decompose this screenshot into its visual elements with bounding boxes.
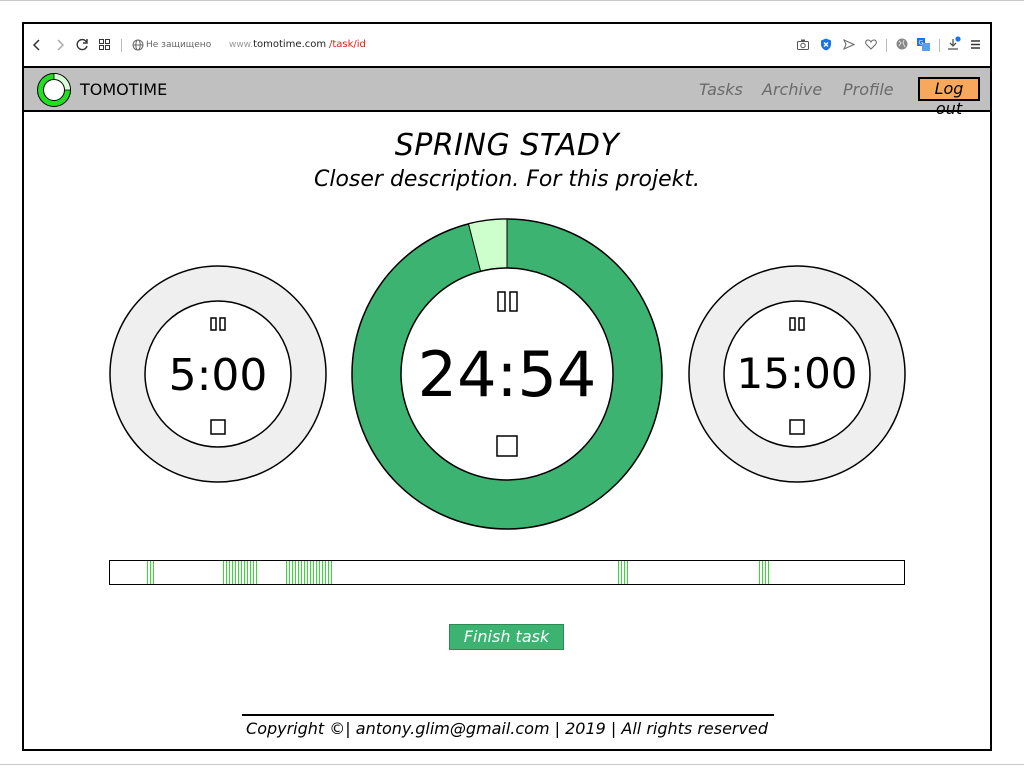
timeline-mark: [295, 561, 296, 584]
timeline-mark: [328, 561, 329, 584]
focus-time: 24:54: [418, 338, 597, 411]
timeline-mark: [247, 561, 248, 584]
timeline-mark: [229, 561, 230, 584]
finish-task-button[interactable]: Finish task: [449, 624, 564, 650]
timeline-mark: [235, 561, 236, 584]
long-break-time: 15:00: [736, 349, 857, 398]
timeline-mark: [238, 561, 239, 584]
timeline-mark: [226, 561, 227, 584]
timeline-mark: [256, 561, 257, 584]
timeline-mark: [307, 561, 308, 584]
timeline-mark: [298, 561, 299, 584]
focus-timer: 24:54: [351, 218, 663, 530]
short-break-timer: 5:00: [109, 265, 327, 483]
timeline-mark: [322, 561, 323, 584]
timeline-mark: [768, 561, 769, 584]
timeline-mark: [241, 561, 242, 584]
timeline-mark: [304, 561, 305, 584]
timeline-mark: [618, 561, 619, 584]
timeline-mark: [762, 561, 763, 584]
window-top-edge: [0, 0, 1024, 1]
timeline-mark: [301, 561, 302, 584]
timeline-mark: [147, 561, 148, 584]
timeline-mark: [150, 561, 151, 584]
timeline-mark: [325, 561, 326, 584]
window-bottom-edge: [0, 764, 1024, 765]
timeline-mark: [316, 561, 317, 584]
timeline-mark: [253, 561, 254, 584]
timeline-mark: [289, 561, 290, 584]
timeline-mark: [310, 561, 311, 584]
session-timeline: [109, 560, 905, 585]
timeline-mark: [153, 561, 154, 584]
timeline-mark: [627, 561, 628, 584]
timeline-mark: [319, 561, 320, 584]
footer-copyright: Copyright ©| antony.glim@gmail.com | 201…: [246, 719, 768, 738]
timeline-mark: [223, 561, 224, 584]
short-break-time: 5:00: [169, 350, 268, 401]
timeline-mark: [624, 561, 625, 584]
timeline-mark: [331, 561, 332, 584]
timeline-mark: [621, 561, 622, 584]
footer-divider: [242, 714, 774, 716]
timeline-mark: [759, 561, 760, 584]
timeline-mark: [250, 561, 251, 584]
timeline-mark: [765, 561, 766, 584]
timeline-mark: [232, 561, 233, 584]
long-break-timer: 15:00: [688, 265, 906, 483]
timeline-mark: [286, 561, 287, 584]
browser-window: Не защищено www.tomotime.com /task/id G …: [22, 22, 992, 751]
timeline-mark: [292, 561, 293, 584]
timeline-mark: [313, 561, 314, 584]
timeline-mark: [244, 561, 245, 584]
